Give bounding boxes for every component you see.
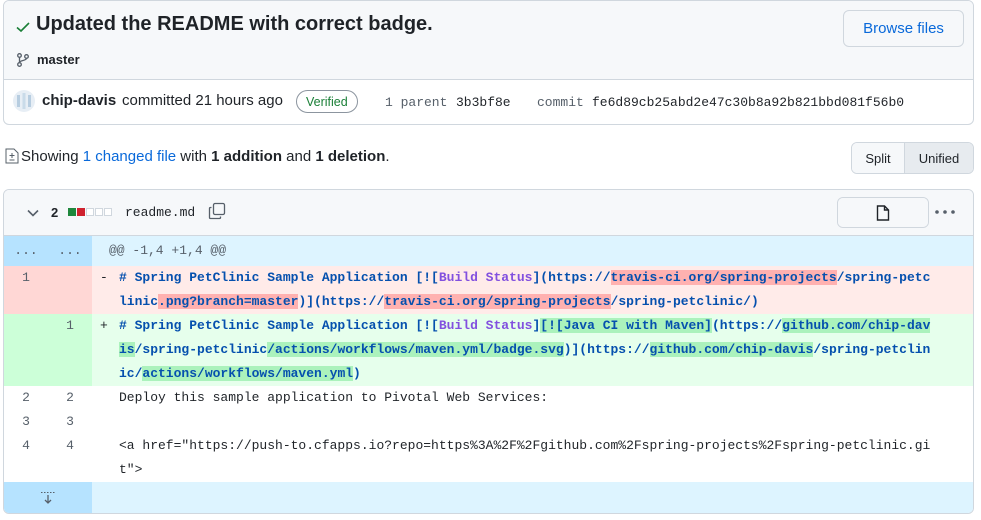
summary-showing: Showing — [21, 148, 79, 165]
context-line: 3 3 — [4, 410, 973, 434]
summary-with: with — [180, 148, 207, 165]
summary-and: and — [286, 148, 312, 165]
code-segment: ](https:// — [532, 270, 611, 285]
diffstat-neutral-block — [104, 208, 112, 216]
new-line-number[interactable]: 3 — [48, 410, 92, 434]
browse-files-button[interactable]: Browse files — [843, 10, 964, 47]
rich-view-button[interactable] — [838, 198, 928, 227]
code-segment: /spring-petclinic — [134, 342, 268, 357]
deleted-code: # Spring PetClinic Sample Application [!… — [119, 266, 933, 314]
old-line-number[interactable]: 4 — [4, 434, 48, 482]
new-line-number[interactable]: 1 — [48, 314, 92, 386]
added-highlight: /actions/workflows/maven.yml/badge.svg — [267, 342, 564, 357]
file-icon — [876, 204, 890, 221]
commit-title: Updated the README with correct badge. — [36, 13, 433, 35]
diff-view-toggle: Split Unified — [851, 142, 974, 174]
file-name[interactable]: readme.md — [125, 205, 195, 220]
file-diff: 2 readme.md ... ... @@ -1,4 +1,4 @@ 1 - … — [3, 189, 974, 514]
commit-title-bar: Updated the README with correct badge. B… — [4, 1, 973, 80]
unified-view-button[interactable]: Unified — [905, 143, 973, 173]
branch-name[interactable]: master — [37, 52, 80, 67]
copy-icon[interactable] — [208, 202, 226, 220]
unfold-down-icon — [41, 492, 55, 504]
added-highlight: actions/workflows/maven.yml — [142, 366, 354, 381]
added-highlight: [![Java CI with Maven] — [540, 318, 712, 333]
code-segment: /spring-petclinic/) — [610, 294, 759, 309]
added-code: # Spring PetClinic Sample Application [!… — [119, 314, 933, 386]
chevron-down-icon[interactable] — [26, 206, 40, 220]
addition-marker: + — [100, 318, 108, 333]
code-segment: )](https:// — [563, 342, 650, 357]
check-icon — [16, 22, 30, 33]
split-view-button[interactable]: Split — [852, 143, 905, 173]
expand-down-button[interactable] — [4, 482, 92, 513]
new-line-number[interactable]: 4 — [48, 434, 92, 482]
change-count: 2 — [51, 205, 59, 220]
diffstat — [68, 208, 112, 216]
file-view-toggle — [837, 197, 929, 228]
commit-sha: fe6d89cb25abd2e47c30b8a92b821bbd081f56b0 — [592, 95, 905, 110]
code-segment: # Spring PetClinic Sample Application [!… — [119, 318, 439, 333]
diffstat-del-block — [77, 208, 85, 216]
code-segment: ) — [353, 366, 361, 381]
file-diff-icon — [5, 148, 19, 164]
removed-highlight: .png?branch=master — [158, 294, 299, 309]
hunk-expand-dots[interactable]: ... — [4, 236, 48, 266]
git-branch-icon — [17, 53, 29, 67]
commit-meta: chip-davis committed 21 hours ago Verifi… — [4, 80, 973, 124]
diff-body: ... ... @@ -1,4 +1,4 @@ 1 - # Spring Pet… — [4, 236, 973, 513]
code-segment: Build Status — [438, 270, 533, 285]
hunk-header: ... ... @@ -1,4 +1,4 @@ — [4, 236, 973, 266]
commit-label: commit — [537, 95, 584, 110]
new-line-number[interactable]: 2 — [48, 386, 92, 410]
expand-down-row — [4, 482, 973, 513]
context-code: Deploy this sample application to Pivota… — [119, 390, 549, 405]
old-line-number[interactable]: 2 — [4, 386, 48, 410]
hunk-expand-dots[interactable]: ... — [48, 236, 92, 266]
old-line-number[interactable]: 1 — [4, 266, 48, 314]
parent-label: 1 parent — [385, 95, 448, 110]
added-highlight: github.com/chip-davis — [649, 342, 814, 357]
context-code: <a href="https://push-to.cfapps.io?repo=… — [119, 438, 931, 477]
code-segment: Build Status — [438, 318, 533, 333]
avatar[interactable] — [13, 90, 35, 112]
summary-period: . — [385, 148, 390, 165]
deleted-line: 1 - # Spring PetClinic Sample Applicatio… — [4, 266, 973, 314]
diffstat-neutral-block — [86, 208, 94, 216]
hunk-header-text: @@ -1,4 +1,4 @@ — [109, 243, 227, 258]
author-link[interactable]: chip-davis — [42, 92, 116, 109]
additions-count: 1 addition — [211, 148, 282, 165]
parent-sha-link[interactable]: 3b3bf8e — [456, 95, 511, 110]
changed-files-link[interactable]: 1 changed file — [83, 148, 176, 165]
code-segment: (https:// — [711, 318, 783, 333]
commit-header: Updated the README with correct badge. B… — [3, 0, 974, 125]
removed-highlight: travis-ci.org/spring-projects — [384, 294, 611, 309]
context-line: 2 2 Deploy this sample application to Pi… — [4, 386, 973, 410]
context-line: 4 4 <a href="https://push-to.cfapps.io?r… — [4, 434, 973, 482]
file-header: 2 readme.md — [4, 190, 973, 236]
diffstat-add-block — [68, 208, 76, 216]
more-options-icon[interactable] — [933, 202, 957, 222]
committed-time: committed 21 hours ago — [122, 92, 283, 109]
diff-summary: Showing 1 changed file with 1 addition a… — [21, 148, 390, 165]
deletion-marker: - — [100, 270, 108, 285]
old-line-number[interactable]: 3 — [4, 410, 48, 434]
code-segment: )](https:// — [298, 294, 385, 309]
verified-badge[interactable]: Verified — [296, 90, 358, 113]
deletions-count: 1 deletion — [315, 148, 386, 165]
removed-highlight: travis-ci.org/spring-projects — [610, 270, 837, 285]
diffstat-neutral-block — [95, 208, 103, 216]
added-line: 1 + # Spring PetClinic Sample Applicatio… — [4, 314, 973, 386]
code-segment: # Spring PetClinic Sample Application [!… — [119, 270, 439, 285]
